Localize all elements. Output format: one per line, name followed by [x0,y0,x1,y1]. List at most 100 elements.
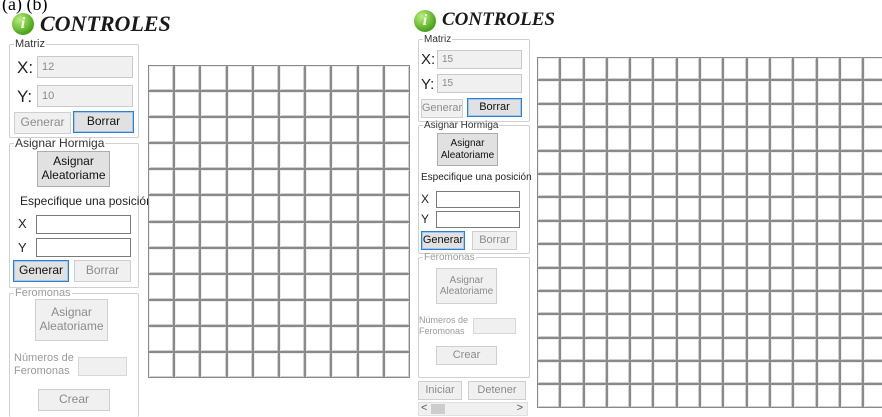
grid-cell[interactable] [700,173,724,198]
grid-cell[interactable] [723,80,747,104]
grid-cell[interactable] [863,150,882,174]
grid-cell[interactable] [653,244,677,268]
grid-cell[interactable] [816,290,840,315]
grid-cell[interactable] [746,197,770,221]
grid-cell[interactable] [305,299,332,326]
grid-cell[interactable] [226,91,253,118]
grid-cell[interactable] [839,361,864,385]
grid-cell[interactable] [653,173,677,198]
grid-cell[interactable] [630,361,654,385]
grid-cell[interactable] [723,290,747,315]
grid-cell[interactable] [676,314,701,338]
grid-cell[interactable] [606,57,631,81]
grid-cell[interactable] [606,80,631,104]
grid-cell[interactable] [174,299,201,326]
grid-cell[interactable] [723,173,747,198]
grid-cell[interactable] [537,244,561,268]
grid-cell[interactable] [174,221,201,248]
grid-cell[interactable] [723,103,747,128]
grid-cell[interactable] [723,197,747,221]
grid-cell[interactable] [560,197,584,221]
grid-cell[interactable] [746,103,770,128]
grid-cell[interactable] [252,169,279,196]
grid-cell[interactable] [769,244,794,268]
grid-cell[interactable] [148,65,175,92]
grid-cell[interactable] [560,150,584,174]
grid-cell[interactable] [700,57,724,81]
grid-cell[interactable] [252,65,279,92]
grid-cell[interactable] [653,220,677,245]
grid-cell[interactable] [793,220,817,245]
grid-cell[interactable] [560,384,584,408]
grid-cell[interactable] [863,220,882,245]
grid-cell[interactable] [816,173,840,198]
grid-cell[interactable] [583,150,607,174]
grid-cell[interactable] [583,127,607,151]
matriz-x-input[interactable]: 15 [437,50,522,69]
grid-cell[interactable] [816,361,840,385]
grid-cell[interactable] [278,117,306,144]
grid-cell[interactable] [305,65,332,92]
grid-cell[interactable] [200,325,227,353]
grid-cell[interactable] [278,352,306,379]
grid-cell[interactable] [816,127,840,151]
grid-cell[interactable] [537,337,561,362]
grid-cell[interactable] [630,267,654,291]
grid-cell[interactable] [746,80,770,104]
grid-cell[interactable] [769,197,794,221]
grid-cell[interactable] [252,221,279,248]
feromonas-num-input[interactable] [473,318,516,334]
grid-cell[interactable] [653,127,677,151]
grid-cell[interactable] [606,290,631,315]
grid-cell[interactable] [653,384,677,408]
grid-cell[interactable] [583,290,607,315]
grid-cell[interactable] [278,169,306,196]
grid-cell[interactable] [537,80,561,104]
grid-cell[interactable] [252,117,279,144]
grid-cell[interactable] [746,127,770,151]
grid-cell[interactable] [305,91,332,118]
grid-cell[interactable] [676,197,701,221]
grid-cell[interactable] [653,290,677,315]
grid-cell[interactable] [700,220,724,245]
grid-cell[interactable] [252,195,279,222]
grid-cell[interactable] [200,247,227,274]
grid-cell[interactable] [200,143,227,170]
grid-cell[interactable] [653,150,677,174]
grid-cell[interactable] [606,267,631,291]
grid-cell[interactable] [583,197,607,221]
grid-cell[interactable] [769,103,794,128]
grid-cell[interactable] [357,65,384,92]
hormiga-generar-button[interactable]: Generar [421,231,465,250]
grid-cell[interactable] [793,267,817,291]
grid-cell[interactable] [630,197,654,221]
grid-cell[interactable] [305,247,332,274]
grid-cell[interactable] [769,290,794,315]
grid-cell[interactable] [606,220,631,245]
grid-cell[interactable] [383,352,410,379]
grid-cell[interactable] [226,299,253,326]
grid-cell[interactable] [148,299,175,326]
grid-cell[interactable] [148,221,175,248]
grid-cell[interactable] [357,143,384,170]
grid-cell[interactable] [816,57,840,81]
hormiga-borrar-button[interactable]: Borrar [74,260,131,282]
grid-cell[interactable] [560,220,584,245]
grid-cell[interactable] [583,57,607,81]
grid-cell[interactable] [630,103,654,128]
grid-cell[interactable] [606,127,631,151]
grid-cell[interactable] [863,80,882,104]
grid-cell[interactable] [793,314,817,338]
grid-cell[interactable] [816,80,840,104]
grid-cell[interactable] [723,150,747,174]
grid-cell[interactable] [676,337,701,362]
grid-cell[interactable] [653,314,677,338]
grid-cell[interactable] [676,384,701,408]
iniciar-button[interactable]: Iniciar [418,381,462,400]
grid-cell[interactable] [383,65,410,92]
grid-cell[interactable] [839,290,864,315]
grid-cell[interactable] [700,290,724,315]
grid-cell[interactable] [630,150,654,174]
grid-cell[interactable] [606,314,631,338]
matriz-generar-button[interactable]: Generar [421,99,463,118]
